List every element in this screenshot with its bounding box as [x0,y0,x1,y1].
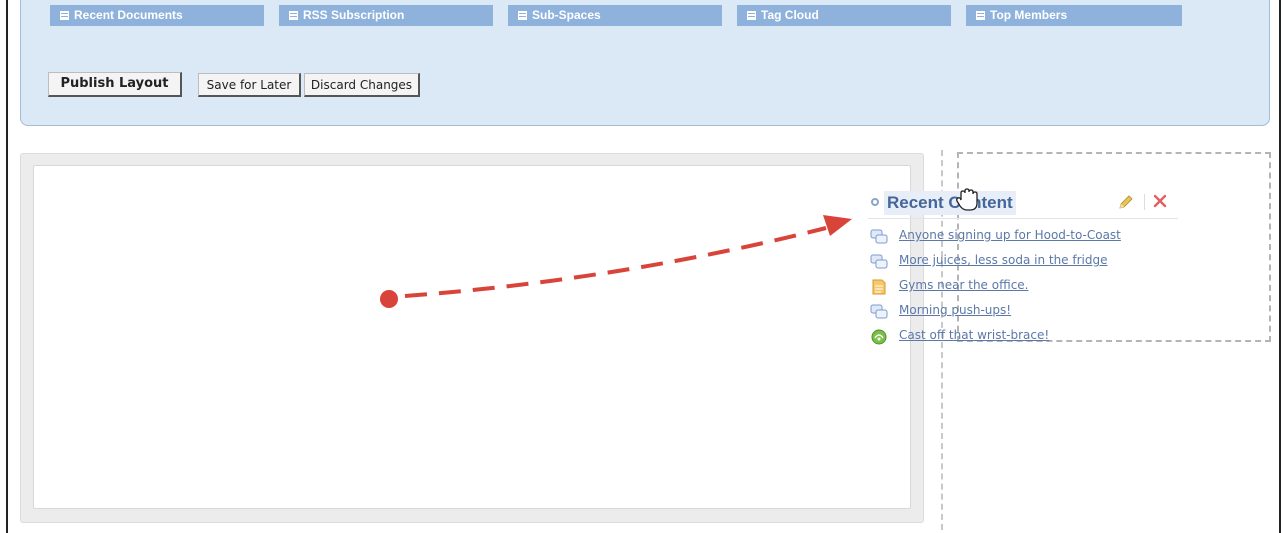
discussion-icon [870,229,888,244]
content-link[interactable]: Gyms near the office. [899,278,1029,292]
header-divider [1144,194,1145,210]
window-border-right [1279,0,1281,533]
collapse-icon[interactable] [871,198,879,206]
discard-changes-button[interactable]: Discard Changes [304,73,420,97]
discussion-icon [870,304,888,319]
save-for-later-button[interactable]: Save for Later [198,73,301,97]
content-link[interactable]: More juices, less soda in the fridge [899,253,1107,267]
close-icon[interactable] [1153,194,1167,208]
grab-cursor-icon [956,188,978,211]
drag-handle-icon [60,11,69,20]
publish-layout-button[interactable]: Publish Layout [48,72,182,97]
drag-handle-icon [747,11,756,20]
widget-header[interactable]: Recent Content [868,188,1178,219]
drag-handle-icon [976,11,985,20]
status-update-icon [871,329,887,345]
content-link[interactable]: Morning push-ups! [899,303,1011,317]
widget-tab-recent-documents[interactable]: Recent Documents [50,5,264,26]
customize-panel: Recent Documents RSS Subscription Sub-Sp… [20,0,1270,126]
drag-handle-icon [289,11,298,20]
widget-tab-sub-spaces[interactable]: Sub-Spaces [508,5,722,26]
pencil-icon[interactable] [1118,194,1134,210]
recent-content-widget[interactable]: Recent Content Anyone signing up for Hoo… [868,184,1186,354]
widget-tab-top-members[interactable]: Top Members [966,5,1182,26]
widget-tab-tag-cloud[interactable]: Tag Cloud [737,5,951,26]
discussion-icon [870,254,888,269]
document-icon [872,279,886,295]
window-border-left [6,0,8,533]
layout-column [20,153,924,523]
content-link[interactable]: Cast off that wrist-brace! [899,328,1049,342]
widget-title: Recent Content [884,191,1016,215]
layout-drop-area[interactable] [33,165,911,509]
widget-tab-rss-subscription[interactable]: RSS Subscription [279,5,493,26]
content-link[interactable]: Anyone signing up for Hood-to-Coast [899,228,1121,242]
drag-handle-icon [518,11,527,20]
